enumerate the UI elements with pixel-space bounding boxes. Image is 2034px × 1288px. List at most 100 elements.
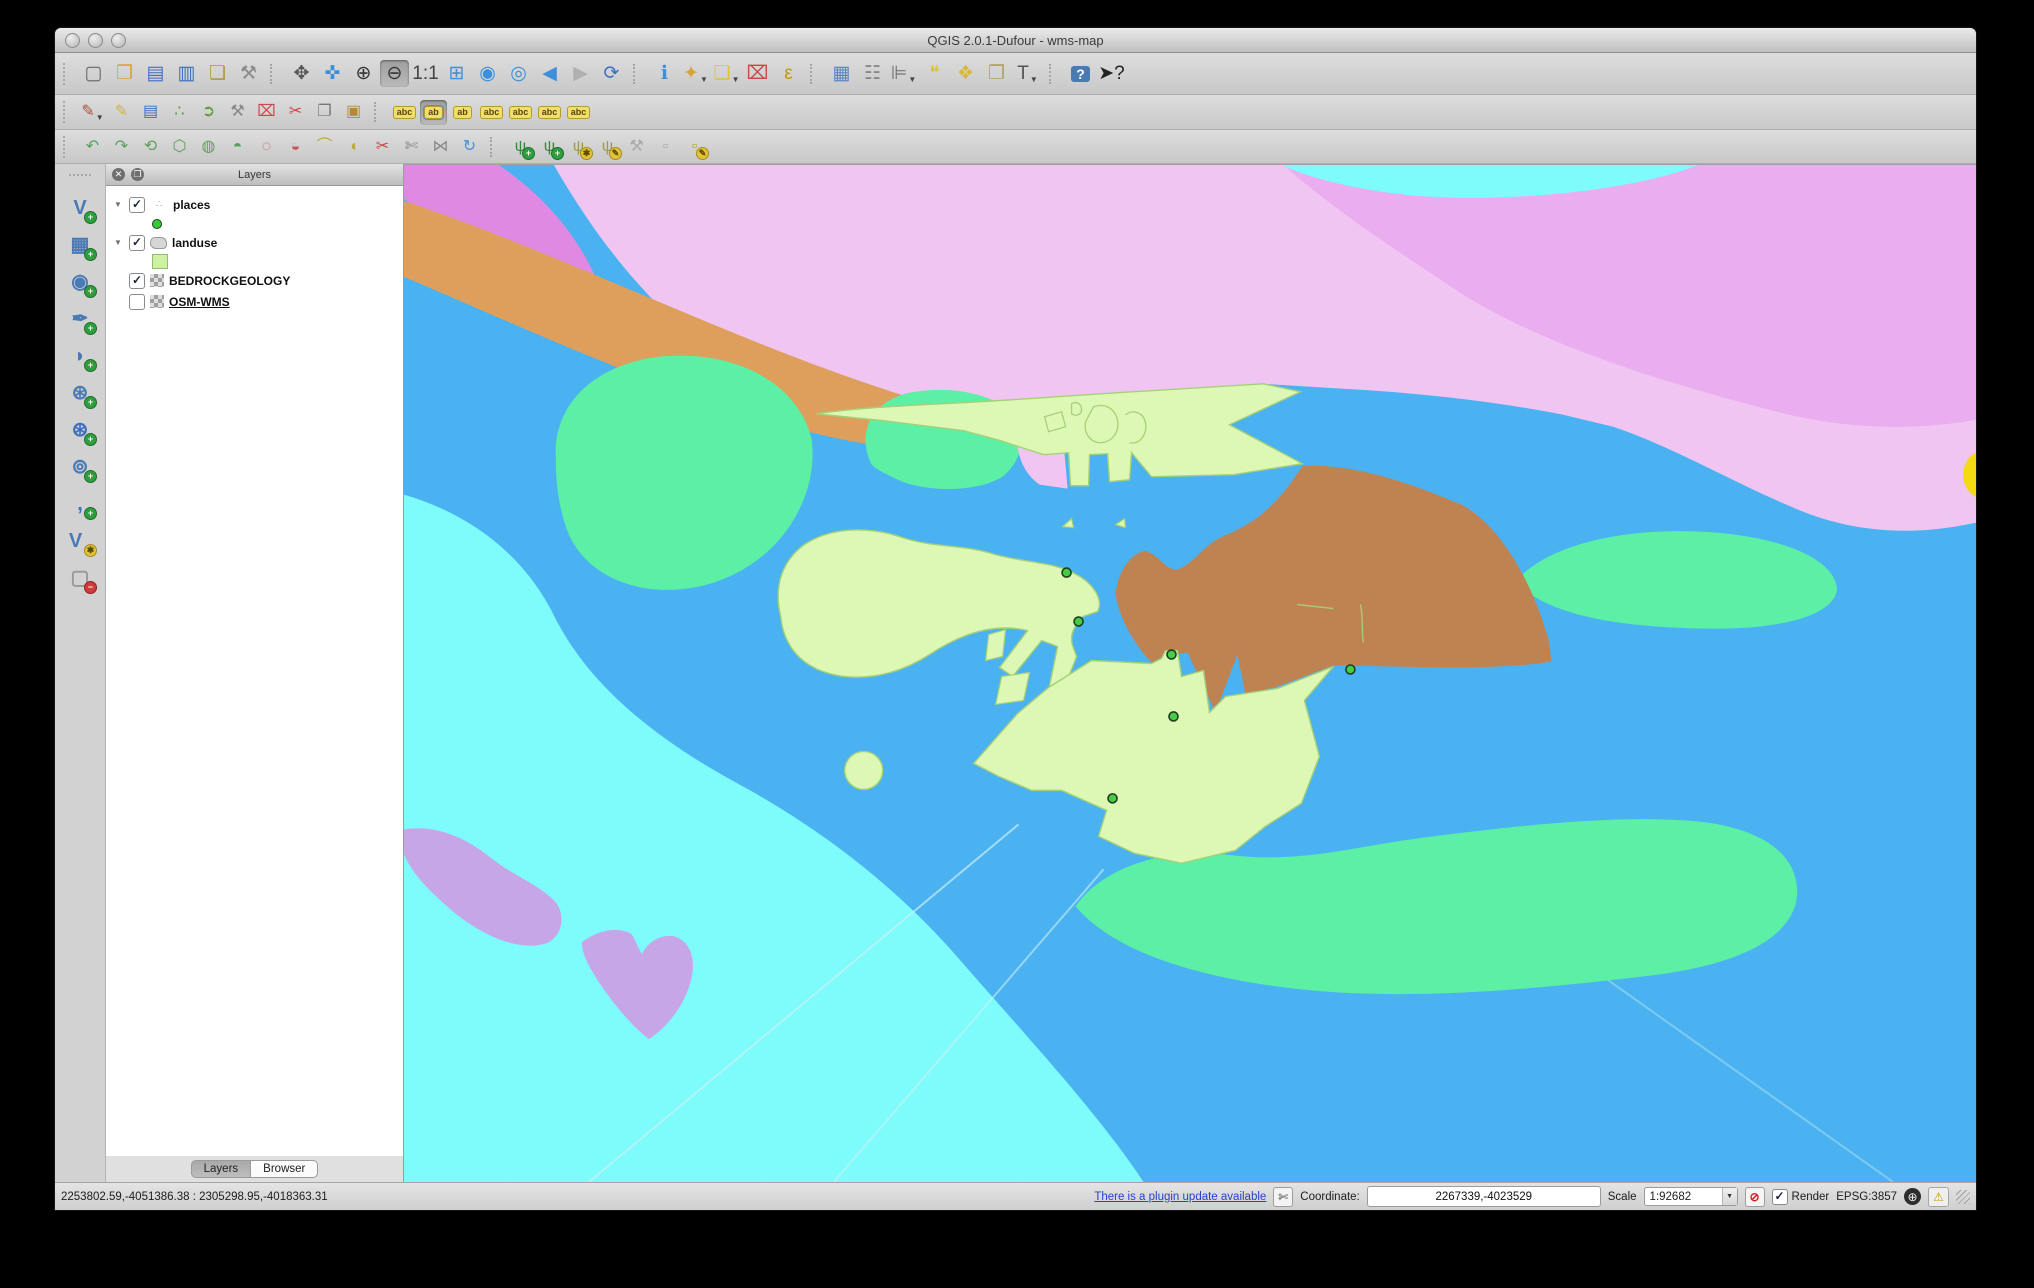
rotate-point-symbols-button[interactable]: ↻ (456, 134, 483, 159)
new-project-button[interactable]: ▢ (79, 60, 108, 87)
move-feature-button[interactable]: ➲ (195, 100, 222, 125)
node-tool-button[interactable]: ⚒ (224, 100, 251, 125)
add-delimited-text-layer-button[interactable]: ,+ (64, 489, 96, 519)
add-mssql-layer-button[interactable]: ◗+ (64, 341, 96, 371)
run-feature-action-dropdown-icon[interactable]: ▼ (700, 75, 708, 87)
deselect-features-button[interactable]: ⌧ (743, 60, 772, 87)
add-spatialite-layer-button[interactable]: ✒+ (64, 304, 96, 334)
rotate-label-button[interactable]: abc (536, 100, 563, 125)
current-edits-button[interactable]: ✎▼ (79, 100, 106, 125)
messages-warning-icon[interactable]: ⚠ (1928, 1187, 1949, 1207)
show-hide-labels-button[interactable]: abc (478, 100, 505, 125)
text-annotation-dropdown-icon[interactable]: ▼ (1030, 75, 1038, 87)
refresh-map-button[interactable]: ⟳ (597, 60, 626, 87)
split-parts-button[interactable]: ✄ (398, 134, 425, 159)
cut-features-button[interactable]: ✂ (282, 100, 309, 125)
zoom-next-button[interactable]: ▶ (566, 60, 595, 87)
tab-layers[interactable]: Layers (191, 1160, 252, 1178)
redo-button[interactable]: ↷ (108, 134, 135, 159)
plugin-update-link[interactable]: There is a plugin update available (1094, 1191, 1266, 1203)
move-label-button[interactable]: abc (507, 100, 534, 125)
save-project-as-button[interactable]: ▥ (172, 60, 201, 87)
layer-visibility-checkbox[interactable]: ✓ (129, 235, 145, 251)
expander-icon[interactable]: ▼ (112, 200, 124, 209)
delete-selected-button[interactable]: ⌧ (253, 100, 280, 125)
layer-item-landuse[interactable]: ▼✓landuse (112, 232, 403, 253)
pan-map-button[interactable]: ✥ (287, 60, 316, 87)
save-project-button[interactable]: ▤ (141, 60, 170, 87)
map-canvas[interactable] (404, 164, 1976, 1182)
measure-line-button[interactable]: ⊫▼ (889, 60, 918, 87)
toolbar-grip[interactable] (63, 101, 73, 123)
zoom-native-resolution-button[interactable]: 1:1 (411, 60, 440, 87)
show-bookmarks-button[interactable]: ❒ (982, 60, 1011, 87)
render-toggle[interactable]: ✓ Render (1772, 1189, 1830, 1205)
add-wms-layer-button[interactable]: ⊛+ (64, 378, 96, 408)
new-grass-vector-layer-button[interactable]: ψ✱ (565, 134, 592, 159)
whats-this-button[interactable]: ➤? (1097, 60, 1126, 87)
title-bar[interactable]: QGIS 2.0.1-Dufour - wms-map (55, 28, 1976, 53)
layer-item-osm-wms[interactable]: OSM-WMS (112, 291, 403, 312)
pan-to-selection-button[interactable]: ✜ (318, 60, 347, 87)
select-features-dropdown-icon[interactable]: ▼ (732, 75, 740, 87)
resize-grip[interactable] (1956, 1190, 1970, 1204)
add-part-button[interactable]: ◓ (224, 134, 251, 159)
open-attribute-table-button[interactable]: ▦ (827, 60, 856, 87)
edit-grass-vector-layer-button[interactable]: ψ✎ (594, 134, 621, 159)
toolbar-grip[interactable] (63, 136, 73, 158)
select-by-expression-button[interactable]: ε (774, 60, 803, 87)
toolbar-grip[interactable] (69, 174, 91, 184)
change-label-button[interactable]: abc (565, 100, 592, 125)
layer-labeling-options-button[interactable]: abc (391, 100, 418, 125)
toolbar-grip[interactable] (63, 63, 73, 85)
scale-combobox[interactable]: 1:92682 ▼ (1644, 1187, 1738, 1206)
zoom-full-extent-button[interactable]: ⊞ (442, 60, 471, 87)
map-tips-button[interactable]: ❝ (920, 60, 949, 87)
open-grass-tools-button[interactable]: ⚒ (623, 134, 650, 159)
run-feature-action-button[interactable]: ✦▼ (681, 60, 710, 87)
statistical-summary-button[interactable]: ☷ (858, 60, 887, 87)
remove-layer-button[interactable]: ▢− (64, 563, 96, 593)
add-ring-button[interactable]: ◍ (195, 134, 222, 159)
toggle-editing-button[interactable]: ✎ (108, 100, 135, 125)
coordinate-input[interactable] (1367, 1186, 1601, 1207)
paste-features-button[interactable]: ▣ (340, 100, 367, 125)
copy-features-button[interactable]: ❐ (311, 100, 338, 125)
render-checkbox[interactable]: ✓ (1772, 1189, 1788, 1205)
add-postgis-layer-button[interactable]: ◉+ (64, 267, 96, 297)
add-grass-vector-layer-button[interactable]: ψ+ (507, 134, 534, 159)
select-features-button[interactable]: ❏▼ (712, 60, 741, 87)
plugin-icon[interactable]: ✄ (1273, 1187, 1293, 1207)
zoom-to-selection-button[interactable]: ◉ (473, 60, 502, 87)
layer-item-places[interactable]: ▼✓∴places (112, 194, 403, 215)
layer-visibility-checkbox[interactable] (129, 294, 145, 310)
split-features-button[interactable]: ✂ (369, 134, 396, 159)
add-vector-layer-button[interactable]: V+ (64, 193, 96, 223)
simplify-feature-button[interactable]: ⬡ (166, 134, 193, 159)
new-print-composer-button[interactable]: ❏ (203, 60, 232, 87)
measure-line-dropdown-icon[interactable]: ▼ (908, 75, 916, 87)
save-layer-edits-button[interactable]: ▤ (137, 100, 164, 125)
zoom-last-button[interactable]: ◀ (535, 60, 564, 87)
rotate-feature-button[interactable]: ⟲ (137, 134, 164, 159)
add-feature-button[interactable]: ∴ (166, 100, 193, 125)
display-grass-region-button[interactable]: ▫ (652, 134, 679, 159)
add-wfs-layer-button[interactable]: ⊚+ (64, 452, 96, 482)
add-wcs-layer-button[interactable]: ⊛+ (64, 415, 96, 445)
layer-visibility-checkbox[interactable]: ✓ (129, 197, 145, 213)
add-raster-layer-button[interactable]: ▦+ (64, 230, 96, 260)
pin-unpin-labels-button[interactable]: ab (420, 100, 447, 125)
layer-visibility-checkbox[interactable]: ✓ (129, 273, 145, 289)
zoom-out-button[interactable]: ⊖ (380, 60, 409, 87)
crs-status-icon[interactable]: ⊕ (1904, 1188, 1921, 1205)
current-edits-dropdown-icon[interactable]: ▼ (96, 113, 104, 125)
text-annotation-button[interactable]: T▼ (1013, 60, 1042, 87)
help-contents-button[interactable]: ? (1066, 60, 1095, 87)
zoom-to-layer-button[interactable]: ◎ (504, 60, 533, 87)
reshape-features-button[interactable]: ⌒ (311, 134, 338, 159)
offset-curve-button[interactable]: ◖ (340, 134, 367, 159)
stop-render-icon[interactable]: ⊘ (1745, 1187, 1765, 1207)
expander-icon[interactable]: ▼ (112, 238, 124, 247)
add-grass-raster-layer-button[interactable]: ψ+ (536, 134, 563, 159)
layer-tree[interactable]: ▼✓∴places▼✓landuse✓BEDROCKGEOLOGYOSM-WMS (106, 186, 403, 1156)
